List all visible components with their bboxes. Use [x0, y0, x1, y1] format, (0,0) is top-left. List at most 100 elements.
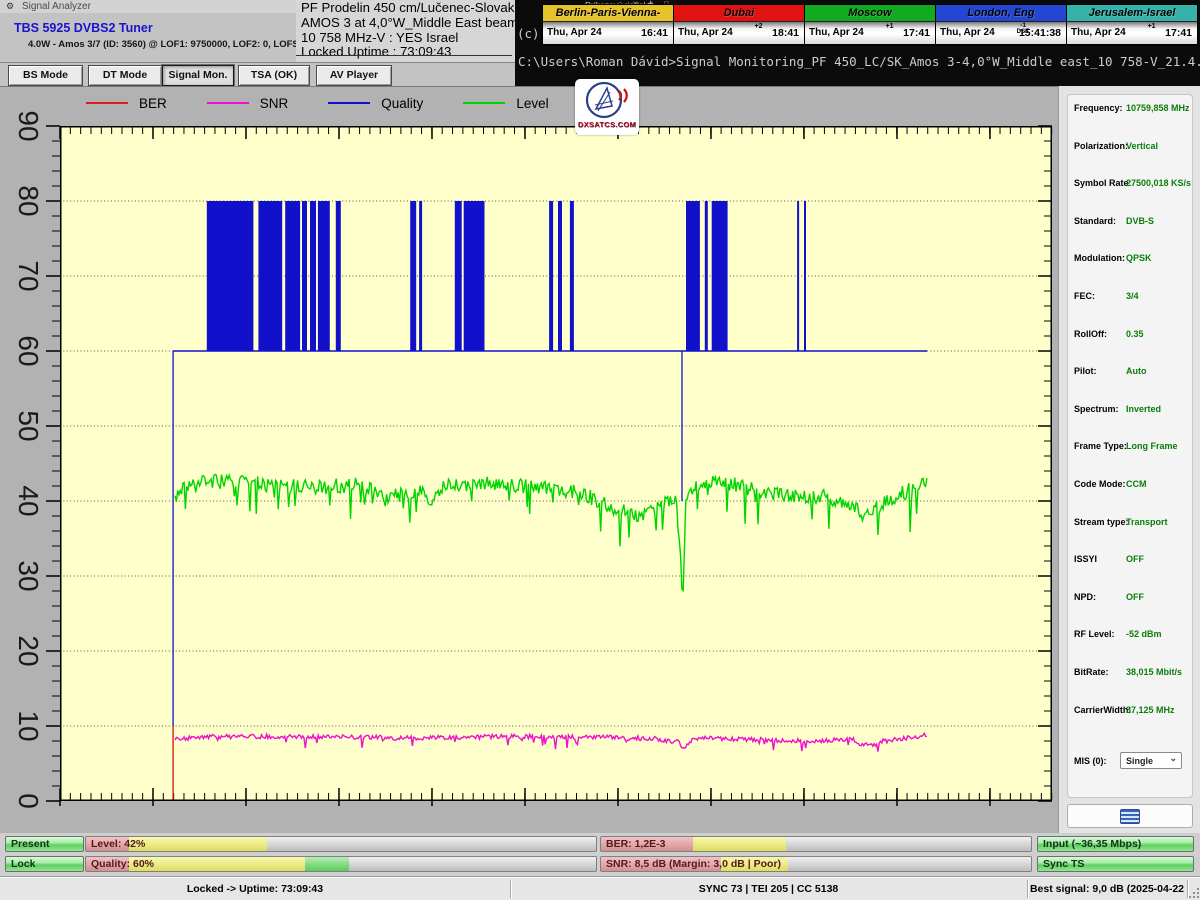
param-fec: FEC: 3/4	[1068, 291, 1192, 305]
window-title: Signal Analyzer	[22, 1, 91, 12]
legend-label: SNR	[260, 96, 289, 111]
param-label: MIS (0):	[1074, 756, 1107, 766]
clock-utc-offset: +2	[755, 23, 763, 30]
bar-label: Level: 42%	[91, 838, 145, 850]
param-stream-type: Stream type:Transport	[1068, 517, 1192, 531]
param-value: 27500,018 KS/s	[1126, 178, 1191, 188]
param-value: OFF	[1126, 554, 1144, 564]
bar-segment-yellow	[129, 857, 305, 871]
param-value: Vertical	[1126, 141, 1158, 151]
param-npd: NPD:OFF	[1068, 592, 1192, 606]
param-label: ISSYI	[1074, 554, 1097, 564]
param-value: OFF	[1126, 592, 1144, 602]
param-spectrum: Spectrum:Inverted	[1068, 404, 1192, 418]
level-bar: Level: 42%	[85, 836, 597, 852]
window-titlebar[interactable]: ⚙ Signal Analyzer	[0, 0, 296, 13]
bar-label: Quality: 60%	[91, 858, 154, 870]
clock-time: 17:41	[1165, 27, 1192, 39]
clock-time: 18:41	[772, 27, 799, 39]
y-axis-label: 90	[8, 106, 48, 146]
bar-segment-yellow	[129, 837, 267, 851]
clock-city-label: London, Eng	[936, 5, 1066, 22]
logo-text: DXSATCS.COM	[575, 120, 639, 129]
clock-dubai: DubaiThu, Apr 24+218:41	[674, 5, 805, 45]
legend-swatch	[463, 102, 505, 104]
y-axis-label: 50	[8, 406, 48, 446]
legend-swatch	[207, 102, 249, 104]
clock-city-label: Berlin-Paris-Vienna-Roma	[543, 5, 673, 22]
lock-indicator: Lock	[5, 856, 84, 872]
param-pilot: Pilot: Auto	[1068, 366, 1192, 380]
capture-button[interactable]	[1067, 804, 1193, 828]
mode-tabs: BS ModeDT ModeSignal Mon.TSA (OK) AV Play…	[0, 62, 515, 87]
param-polarization: Polarization:Vertical	[1068, 141, 1192, 155]
param-value: Transport	[1126, 517, 1168, 527]
legend-label: BER	[139, 96, 167, 111]
quality-bar: Quality: 60%	[85, 856, 597, 872]
param-value: -52 dBm	[1126, 629, 1162, 639]
console-command: C:\Users\Roman Dávid>Signal Monitoring_P…	[518, 54, 1200, 69]
tab-dt-mode[interactable]: DT Mode	[88, 65, 162, 86]
param-value: 37,125 MHz	[1126, 705, 1175, 715]
dxsatcs-logo: DXSATCS.COM	[575, 79, 639, 135]
param-carrierwidth: CarrierWidth:37,125 MHz	[1068, 705, 1192, 719]
mis-dropdown[interactable]: Single ⌄	[1120, 752, 1182, 769]
param-label: Pilot:	[1074, 366, 1097, 376]
param-value: DVB-S	[1126, 216, 1154, 226]
param-label: RollOff:	[1074, 329, 1107, 339]
input-indicator: Input (~36,35 Mbps)	[1037, 836, 1194, 852]
mis-selected-value: Single	[1126, 756, 1153, 766]
param-code-mode: Code Mode:CCM	[1068, 479, 1192, 493]
param-label: BitRate:	[1074, 667, 1109, 677]
status-bar: Locked -> Uptime: 73:09:43SYNC 73 | TEI …	[0, 877, 1200, 900]
tab-tsa-ok[interactable]: TSA (OK)	[238, 65, 310, 86]
clock-time-row: Thu, Apr 24+117:41	[805, 22, 935, 44]
clock-moscow: MoscowThu, Apr 24+117:41	[805, 5, 936, 45]
chart-plot-area	[60, 126, 1052, 801]
chevron-down-icon: ⌄	[1169, 750, 1177, 767]
tab-signal-mon[interactable]: Signal Mon.	[162, 65, 234, 86]
clock-utc-offset: +1	[1148, 23, 1156, 30]
param-value: Auto	[1126, 366, 1147, 376]
param-symbol-rate: Symbol Rate:27500,018 KS/s	[1068, 178, 1192, 192]
clock-city-label: Moscow	[805, 5, 935, 22]
striped-capture-icon	[1120, 809, 1140, 824]
param-value: 10759,858 MHz	[1126, 103, 1190, 113]
clock-time-row: Thu, Apr 2416:41	[543, 22, 673, 44]
y-axis-label: 70	[8, 256, 48, 296]
signal-indicator-bars: PresentLevel: 42%BER: 1,2E-3Input (~36,3…	[0, 833, 1200, 877]
param-value: 3/4	[1126, 291, 1139, 301]
ber-bar: BER: 1,2E-3	[600, 836, 1032, 852]
beam-info-line: AMOS 3 at 4,0°W_Middle East beam	[301, 16, 525, 31]
bar-segment-yellow	[693, 837, 785, 851]
legend-swatch	[86, 102, 128, 104]
lock-uptime-status: Locked -> Uptime: 73:09:43	[0, 880, 511, 898]
beam-info-block: PF Prodelin 450 cm/Lučenec-SlovakiaAMOS …	[301, 1, 525, 60]
clock-city-label: Jerusalem-Israel	[1067, 5, 1197, 22]
param-label: Modulation:	[1074, 253, 1125, 263]
legend-snr: SNR	[207, 96, 289, 111]
tuner-details: 4.0W - Amos 3/7 (ID: 3560) @ LOF1: 97500…	[28, 39, 319, 50]
param-label: FEC:	[1074, 291, 1095, 301]
clock-time-row: Thu, Apr 24-1DST15:41:38	[936, 22, 1066, 44]
clock-date: Thu, Apr 24	[1071, 27, 1126, 38]
beam-info-line: PF Prodelin 450 cm/Lučenec-Slovakia	[301, 1, 525, 16]
clock-date: Thu, Apr 24	[809, 27, 864, 38]
param-issyi: ISSYI OFF	[1068, 554, 1192, 568]
beam-info-panel: PF Prodelin 450 cm/Lučenec-SlovakiaAMOS …	[296, 0, 515, 62]
param-label: Symbol Rate:	[1074, 178, 1132, 188]
param-bitrate: BitRate: 38,015 Mbit/s	[1068, 667, 1192, 681]
param-value: 38,015 Mbit/s	[1126, 667, 1182, 677]
legend-swatch	[328, 102, 370, 104]
clock-date: Thu, Apr 24	[678, 27, 733, 38]
legend-quality: Quality	[328, 96, 423, 111]
sync-counters-status: SYNC 73 | TEI 205 | CC 5138	[510, 880, 1028, 898]
tab-av-player[interactable]: AV Player	[316, 65, 392, 86]
resize-grip[interactable]	[1187, 888, 1199, 900]
param-value: CCM	[1126, 479, 1147, 489]
param-label: Standard:	[1074, 216, 1116, 226]
beam-info-line: 10 758 MHz-V : YES Israel	[301, 31, 525, 46]
tab-bs-mode[interactable]: BS Mode	[8, 65, 83, 86]
clock-date: Thu, Apr 24	[940, 27, 995, 38]
param-label: CarrierWidth:	[1074, 705, 1131, 715]
